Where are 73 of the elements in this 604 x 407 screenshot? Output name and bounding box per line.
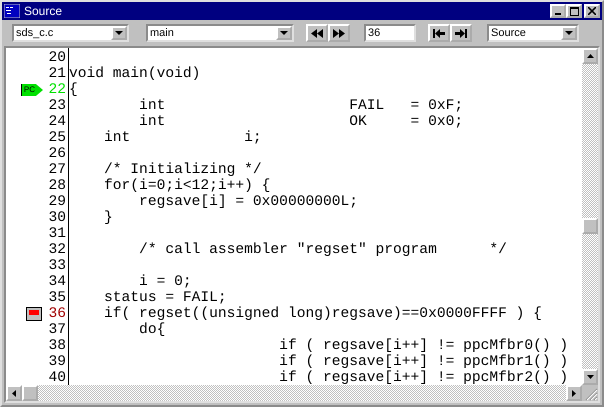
vertical-scrollbar[interactable] — [582, 48, 598, 385]
line-number: 23 — [47, 98, 66, 114]
line-number: 27 — [47, 162, 66, 178]
right-arrow-icon — [572, 390, 576, 396]
caret-icon — [115, 31, 123, 35]
arrow-to-bar-right-icon — [455, 28, 467, 38]
scroll-down-button[interactable] — [582, 369, 598, 385]
line-number: 31 — [47, 226, 66, 242]
line-number: 36 — [47, 306, 66, 322]
line-number: 25 — [47, 130, 66, 146]
fast-forward-button[interactable] — [328, 24, 350, 42]
code-line: { — [69, 82, 78, 98]
left-arrow-icon — [12, 390, 16, 396]
arrow-to-bar-left-icon — [433, 28, 445, 38]
code-line: for(i=0;i<12;i++) { — [103, 178, 270, 194]
code-line: /* call assembler "regset" program */ — [138, 242, 507, 258]
caret-icon — [280, 31, 288, 35]
line-number: 28 — [47, 178, 66, 194]
maximize-icon — [570, 6, 578, 16]
line-number-field[interactable]: 36 — [364, 24, 416, 42]
code-line: status = FAIL; — [103, 290, 227, 306]
up-arrow-icon — [586, 54, 594, 58]
line-number: 33 — [47, 258, 66, 274]
maximize-button[interactable] — [566, 4, 582, 18]
caret-icon — [565, 31, 573, 35]
code-line: i = 0; — [138, 274, 192, 290]
code-line: regsave[i] = 0x00000000L; — [138, 194, 358, 210]
code-line: int i; — [103, 130, 262, 146]
line-number: 26 — [47, 146, 66, 162]
down-arrow-icon — [586, 375, 594, 379]
view-dropdown[interactable]: Source — [487, 24, 579, 42]
file-dropdown[interactable]: sds_c.c — [12, 24, 129, 42]
code-line: } — [103, 210, 113, 226]
double-left-arrow-icon — [311, 28, 323, 38]
line-number: 22 — [47, 82, 66, 98]
line-number: 37 — [47, 322, 66, 338]
code-line: if ( regsave[i++] != ppcMfbr0() ) — [278, 338, 568, 354]
scroll-up-button[interactable] — [582, 48, 598, 64]
rewind-button[interactable] — [306, 24, 328, 42]
close-button[interactable] — [584, 4, 600, 18]
go-to-end-button[interactable] — [450, 24, 472, 42]
line-number: 32 — [47, 242, 66, 258]
app-icon — [4, 4, 20, 18]
double-right-arrow-icon — [333, 28, 345, 38]
line-number: 38 — [47, 338, 66, 354]
line-number: 29 — [47, 194, 66, 210]
scroll-left-button[interactable] — [6, 385, 22, 401]
line-number: 30 — [47, 210, 66, 226]
scroll-thumb[interactable] — [582, 218, 598, 234]
code-line: int FAIL = 0xF; — [138, 98, 464, 114]
code-line: if( regset((unsigned long)regsave)==0x0000FFFF ) { — [103, 306, 542, 322]
line-number: 24 — [47, 114, 66, 130]
close-icon — [588, 7, 596, 15]
line-number: 34 — [47, 274, 66, 290]
line-number: 21 — [47, 66, 66, 82]
code-line: int OK = 0x0; — [138, 114, 464, 130]
code-line: /* Initializing */ — [103, 162, 262, 178]
line-number: 39 — [47, 354, 66, 370]
line-number: 35 — [47, 290, 66, 306]
resize-grip[interactable] — [582, 385, 598, 401]
window-title: Source — [24, 4, 62, 18]
scroll-right-button[interactable] — [566, 385, 582, 401]
code-line: if ( regsave[i++] != ppcMfbr1() ) — [278, 354, 568, 370]
minimize-button[interactable] — [550, 4, 566, 18]
code-line: if ( regsave[i++] != ppcMfbr2() ) — [278, 370, 568, 385]
line-number: 20 — [47, 50, 66, 66]
code-line: do{ — [138, 322, 166, 338]
scroll-thumb[interactable] — [22, 385, 38, 401]
go-to-start-button[interactable] — [428, 24, 450, 42]
line-number: 40 — [47, 370, 66, 385]
function-dropdown[interactable]: main — [146, 24, 294, 42]
code-line: void main(void) — [69, 66, 200, 82]
horizontal-scrollbar[interactable] — [6, 385, 598, 401]
